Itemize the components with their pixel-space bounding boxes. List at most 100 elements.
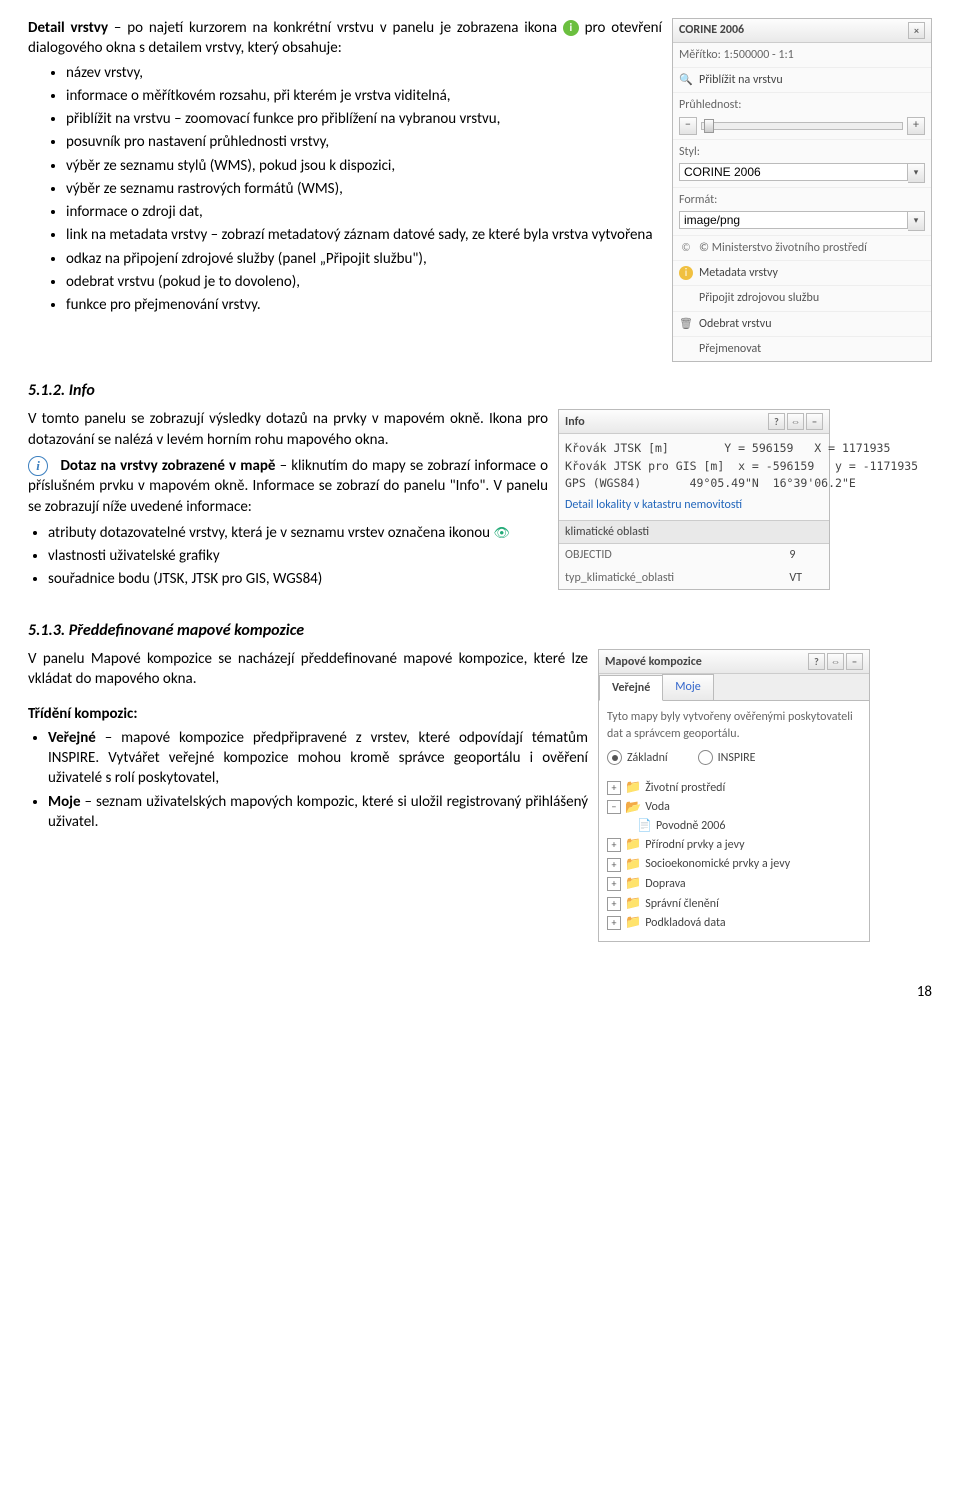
folder-icon: 📁 xyxy=(625,914,641,932)
list-item: výběr ze seznamu rastrových formátů (WMS… xyxy=(66,179,662,199)
rename-row[interactable]: Přejmenovat xyxy=(673,337,931,361)
slider-minus-button[interactable]: − xyxy=(679,117,697,135)
metadata-row[interactable]: i Metadata vrstvy xyxy=(673,261,931,286)
tab-bar: Veřejné Moje xyxy=(599,674,869,701)
query-title: Dotaz na vrstvy zobrazené v mapě xyxy=(60,457,275,475)
eye-icon: 👁 xyxy=(493,526,510,541)
tree-node[interactable]: +📁Podkladová data xyxy=(607,913,861,933)
tree-node[interactable]: +📁Socioekonomické prvky a jevy xyxy=(607,855,861,875)
detail-vrstvy-text: Detail vrstvy – po najetí kurzorem na ko… xyxy=(28,18,662,327)
heading-compositions: 5.1.3. Předdefinované mapové kompozice xyxy=(28,620,932,642)
transparency-row: Průhlednost: − + xyxy=(673,93,931,139)
folder-open-icon: 📂 xyxy=(625,799,641,817)
minus-icon[interactable]: − xyxy=(607,800,621,814)
attr-value: VT xyxy=(783,567,829,589)
tab-public[interactable]: Veřejné xyxy=(599,675,663,701)
remove-row[interactable]: 🗑 Odebrat vrstvu xyxy=(673,312,931,337)
format-select[interactable] xyxy=(679,211,908,229)
tree-node[interactable]: +📁Doprava xyxy=(607,874,861,894)
list-item: Moje – seznam uživatelských mapových kom… xyxy=(48,792,588,833)
tree-node[interactable]: +📁Správní členění xyxy=(607,894,861,914)
list-item: informace o měřítkovém rozsahu, při kter… xyxy=(66,86,662,106)
list-item: informace o zdroji dat, xyxy=(66,202,662,222)
heading-info: 5.1.2. Info xyxy=(28,380,932,402)
tree-node[interactable]: +📁Životní prostředí xyxy=(607,778,861,798)
expand-icon[interactable]: ⇔ xyxy=(787,413,804,430)
info-subheader: klimatické oblasti xyxy=(559,520,829,544)
radio-group: Základní INSPIRE xyxy=(607,750,861,766)
page-number: 18 xyxy=(28,982,932,1002)
panel-header: Info ? ⇔ − xyxy=(559,410,829,434)
info-table: OBJECTID9 typ_klimatické_oblastiVT xyxy=(559,544,829,588)
expand-icon[interactable]: ⇔ xyxy=(827,653,844,670)
panel-header: Mapové kompozice ? ⇔ − xyxy=(599,650,869,674)
tree: +📁Životní prostředí −📂Voda 📄Povodně 2006… xyxy=(607,778,861,933)
radio-inspire[interactable]: INSPIRE xyxy=(698,750,756,766)
tab-mine[interactable]: Moje xyxy=(662,674,713,700)
list-item: název vrstvy, xyxy=(66,63,662,83)
coord-wgs84: GPS (WGS84) 49°05.49"N 16°39'06.2"E xyxy=(565,475,823,492)
style-select[interactable] xyxy=(679,163,908,181)
compositions-panel: Mapové kompozice ? ⇔ − Veřejné Moje Tyto… xyxy=(598,649,870,942)
panel-title: Info xyxy=(565,414,585,430)
plus-icon[interactable]: + xyxy=(607,877,621,891)
minimize-icon[interactable]: − xyxy=(806,413,823,430)
list-item: výběr ze seznamu stylů (WMS), pokud jsou… xyxy=(66,156,662,176)
list-item: atributy dotazovatelné vrstvy, která je … xyxy=(48,523,548,543)
plus-icon[interactable]: + xyxy=(607,858,621,872)
file-icon: 📄 xyxy=(637,818,652,834)
close-icon[interactable]: × xyxy=(908,22,925,39)
sort-title: Třídění kompozic: xyxy=(28,705,137,723)
folder-icon: 📁 xyxy=(625,875,641,893)
info-icon: i xyxy=(679,266,693,280)
radio-icon xyxy=(607,750,622,765)
panel-title: Mapové kompozice xyxy=(605,654,702,670)
coord-jtsk: Křovák JTSK [m] Y = 596159 X = 1171935 xyxy=(565,440,823,457)
info-body: Křovák JTSK [m] Y = 596159 X = 1171935 K… xyxy=(559,434,829,520)
list-item: link na metadata vrstvy – zobrazí metada… xyxy=(66,225,662,245)
tree-node[interactable]: −📂Voda xyxy=(607,798,861,818)
detail-title: Detail vrstvy xyxy=(28,19,108,37)
info-text: V tomto panelu se zobrazují výsledky dot… xyxy=(28,409,548,601)
chevron-down-icon[interactable]: ▾ xyxy=(908,211,925,231)
cadastre-link[interactable]: Detail lokality v katastru nemovitostí xyxy=(565,496,823,514)
list-item: odkaz na připojení zdrojové služby (pane… xyxy=(66,249,662,269)
sort-bullet-list: Veřejné – mapové kompozice předpřipraven… xyxy=(28,728,588,832)
help-icon[interactable]: ? xyxy=(768,413,785,430)
list-item: Veřejné – mapové kompozice předpřipraven… xyxy=(48,728,588,789)
plus-icon[interactable]: + xyxy=(607,897,621,911)
trash-icon: 🗑 xyxy=(679,317,693,331)
list-item: vlastnosti uživatelské grafiky xyxy=(48,546,548,566)
plus-icon[interactable]: + xyxy=(607,916,621,930)
radio-basic[interactable]: Základní xyxy=(607,750,668,766)
list-item: funkce pro přejmenování vrstvy. xyxy=(66,295,662,315)
list-item: souřadnice bodu (JTSK, JTSK pro GIS, WGS… xyxy=(48,569,548,589)
opacity-slider[interactable] xyxy=(701,122,903,130)
info-bullet-list: atributy dotazovatelné vrstvy, která je … xyxy=(28,523,548,590)
panel-header: CORINE 2006 × xyxy=(673,19,931,43)
format-row: Formát: ▾ xyxy=(673,188,931,236)
minimize-icon[interactable]: − xyxy=(846,653,863,670)
identify-icon: i xyxy=(28,456,48,476)
help-icon[interactable]: ? xyxy=(808,653,825,670)
tree-node[interactable]: +📁Přírodní prvky a jevy xyxy=(607,835,861,855)
list-item: odebrat vrstvu (pokud je to dovoleno), xyxy=(66,272,662,292)
panel-title: CORINE 2006 xyxy=(679,22,744,38)
folder-icon: 📁 xyxy=(625,856,641,874)
folder-icon: 📁 xyxy=(625,779,641,797)
slider-plus-button[interactable]: + xyxy=(907,117,925,135)
zoom-row[interactable]: 🔍 Přiblížit na vrstvu xyxy=(673,68,931,93)
tree-leaf[interactable]: 📄Povodně 2006 xyxy=(607,817,861,835)
attr-label: typ_klimatické_oblasti xyxy=(559,567,783,589)
radio-icon xyxy=(698,750,713,765)
info-panel: Info ? ⇔ − Křovák JTSK [m] Y = 596159 X … xyxy=(558,409,830,589)
attach-row[interactable]: Připojit zdrojovou službu xyxy=(673,286,931,311)
copyright-icon: © xyxy=(679,241,693,255)
plus-icon[interactable]: + xyxy=(607,838,621,852)
detail-bullet-list: název vrstvy, informace o měřítkovém roz… xyxy=(28,63,662,316)
list-item: posuvník pro nastavení průhlednosti vrst… xyxy=(66,132,662,152)
magnifier-icon: 🔍 xyxy=(679,73,693,87)
plus-icon[interactable]: + xyxy=(607,781,621,795)
chevron-down-icon[interactable]: ▾ xyxy=(908,163,925,183)
list-item: přiblížit na vrstvu – zoomovací funkce p… xyxy=(66,109,662,129)
